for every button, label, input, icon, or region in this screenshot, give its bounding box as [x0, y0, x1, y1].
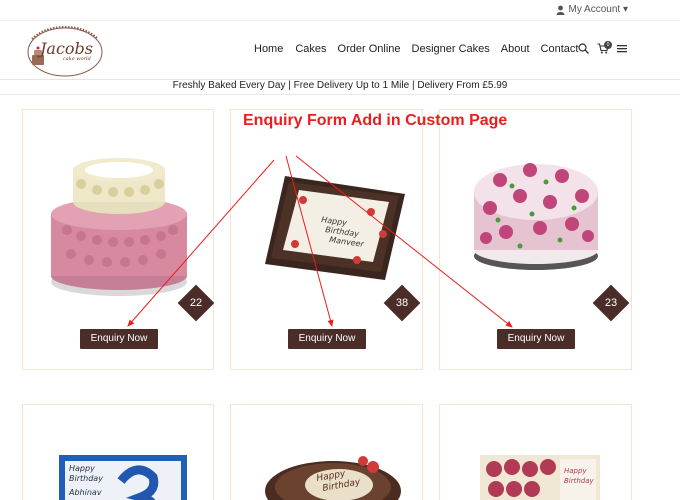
header-icons	[578, 43, 627, 54]
product-image-5: Happy Birthday	[265, 456, 401, 500]
search-icon[interactable]	[578, 43, 589, 54]
product-image-6: Happy Birthday	[480, 455, 600, 500]
logo-tagline: cake world	[63, 56, 91, 62]
count-badge-2: 38	[383, 284, 421, 322]
count-badge-1: 22	[177, 284, 215, 322]
cake-writing-6b: Birthday	[564, 477, 595, 485]
product-card-3[interactable]: 23 Enquiry Now	[439, 109, 632, 370]
enquiry-now-button-1[interactable]: Enquiry Now	[80, 329, 158, 349]
product-card-6[interactable]: Happy Birthday	[439, 404, 632, 500]
product-image-4: Happy Birthday Abhinav	[59, 455, 187, 500]
promo-divider	[0, 94, 680, 95]
nav-contact[interactable]: Contact	[541, 43, 579, 55]
enquiry-now-button-3[interactable]: Enquiry Now	[497, 329, 575, 349]
menu-icon[interactable]	[617, 44, 627, 53]
top-bar: My Account ▾	[0, 0, 680, 20]
product-image-1	[51, 158, 187, 296]
product-card-5[interactable]: Happy Birthday	[230, 404, 423, 500]
product-image-3	[474, 163, 598, 270]
cart-count-badge: 0	[604, 41, 612, 49]
product-card-4[interactable]: Happy Birthday Abhinav	[22, 404, 214, 500]
product-card-1[interactable]: 22 Enquiry Now	[22, 109, 215, 370]
cake-writing-4a: Happy	[69, 464, 95, 473]
nav-about[interactable]: About	[501, 43, 530, 55]
cake-writing-4b: Birthday	[69, 474, 103, 483]
nav-home[interactable]: Home	[254, 43, 283, 55]
product-card-2[interactable]: Happy Birthday Manveer 38 Enquiry Now	[230, 109, 423, 370]
annotation-label: Enquiry Form Add in Custom Page	[243, 112, 508, 129]
cake-writing-6a: Happy	[564, 467, 587, 475]
nav-order-online[interactable]: Order Online	[338, 43, 401, 55]
main-nav: Home Cakes Order Online Designer Cakes A…	[254, 43, 578, 55]
count-badge-3: 23	[592, 284, 630, 322]
enquiry-now-button-2[interactable]: Enquiry Now	[288, 329, 366, 349]
my-account-label: My Account ▾	[568, 4, 629, 15]
user-icon	[556, 5, 564, 15]
nav-cakes[interactable]: Cakes	[295, 43, 326, 55]
nav-designer-cakes[interactable]: Designer Cakes	[412, 43, 490, 55]
site-header: Jacobs cake world Home Cakes Order Onlin…	[0, 20, 680, 80]
cake-writing-4c: Abhinav	[68, 488, 102, 497]
product-image-2: Happy Birthday Manveer	[265, 176, 405, 280]
my-account-menu[interactable]: My Account ▾	[556, 4, 629, 15]
promo-strip: Freshly Baked Every Day | Free Delivery …	[172, 80, 508, 91]
